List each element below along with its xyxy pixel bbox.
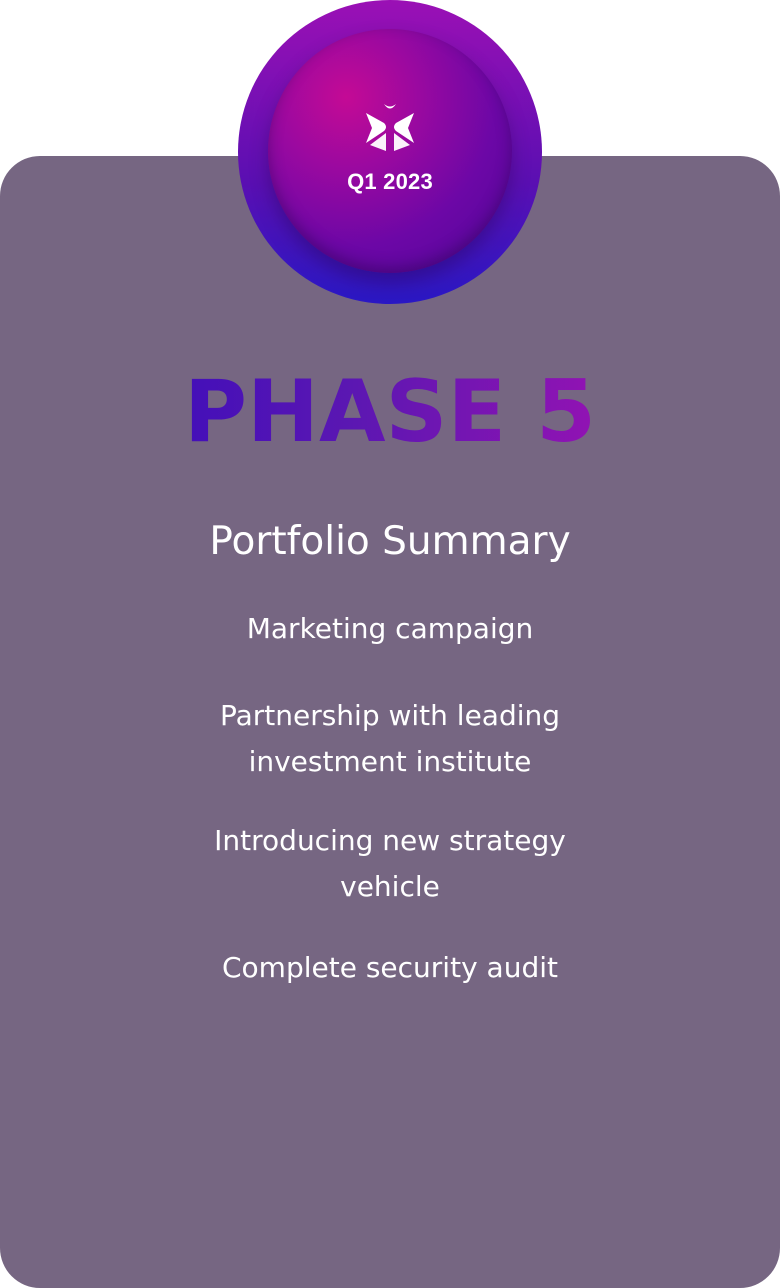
list-item: Introducing new strategy vehicle [214, 824, 566, 903]
list-item: Partnership with leading investment inst… [219, 699, 561, 778]
list-item: Complete security audit [222, 951, 558, 984]
phase-title: PHASE 5 [0, 362, 780, 462]
list-item: Marketing campaign [246, 612, 534, 645]
quarter-badge: Q1 2023 [268, 29, 512, 273]
butterfly-logo-icon [366, 104, 414, 151]
section-heading: Portfolio Summary [209, 519, 571, 564]
quarter-date: Q1 2023 [347, 169, 433, 194]
